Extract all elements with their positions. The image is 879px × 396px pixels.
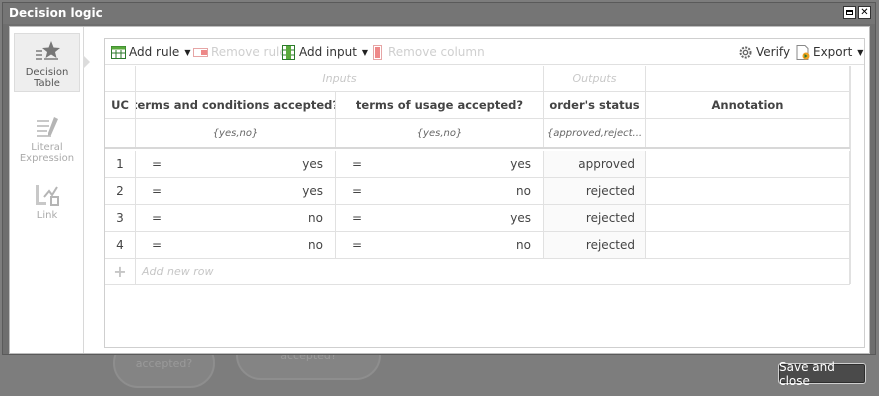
remove-column-button[interactable]: Remove column xyxy=(370,44,485,60)
dialog-titlebar: Decision logic ✕ xyxy=(3,3,875,24)
rule-number: 3 xyxy=(105,205,136,231)
rule-output-value[interactable]: approved xyxy=(544,151,646,177)
logic-type-sidebar: Decision Table Literal Expression Link xyxy=(10,27,84,353)
table-toolbar: Add rule ▼ Remove rule Add input ▼ Remov… xyxy=(105,39,864,65)
rule-number: 4 xyxy=(105,232,136,258)
chevron-down-icon[interactable]: ▼ xyxy=(857,48,863,57)
rule-annotation[interactable] xyxy=(646,151,850,177)
pencil-lines-icon xyxy=(37,117,58,137)
star-table-icon xyxy=(36,41,60,60)
window-controls: ✕ xyxy=(843,6,871,19)
rule-input-value[interactable]: yes xyxy=(376,151,544,177)
table-row: 1 = yes = yes approved xyxy=(105,151,850,178)
close-icon: ✕ xyxy=(860,6,869,18)
add-new-row-label[interactable]: Add new row xyxy=(136,259,850,284)
export-document-icon xyxy=(796,44,810,60)
rule-operator[interactable]: = xyxy=(336,151,376,177)
rule-output-value[interactable]: rejected xyxy=(544,232,646,258)
rule-output-value[interactable]: rejected xyxy=(544,205,646,231)
export-label: Export xyxy=(813,45,853,59)
rule-input-value[interactable]: no xyxy=(176,205,336,231)
remove-rule-button[interactable]: Remove rule xyxy=(193,44,287,60)
add-input-icon xyxy=(282,44,295,60)
rule-operator[interactable]: = xyxy=(136,178,176,204)
rule-operator[interactable]: = xyxy=(336,232,376,258)
export-button[interactable]: Export ▼ xyxy=(795,44,863,60)
annotation-group-header xyxy=(646,66,850,91)
rule-operator[interactable]: = xyxy=(136,205,176,231)
rule-number: 2 xyxy=(105,178,136,204)
domain-corner-cell xyxy=(105,119,136,147)
add-rule-button[interactable]: Add rule ▼ xyxy=(111,44,190,60)
domain-input-1[interactable]: {yes,no} xyxy=(136,119,336,147)
sidebar-item-link[interactable]: Link xyxy=(14,177,80,221)
add-rule-label: Add rule xyxy=(129,45,180,59)
add-input-label: Add input xyxy=(299,45,357,59)
active-item-pointer xyxy=(83,55,90,69)
decision-logic-dialog: Decision logic ✕ Decision Table Literal … xyxy=(2,2,876,355)
maximize-button[interactable] xyxy=(843,6,856,19)
verify-button[interactable]: Verify xyxy=(738,44,790,60)
rule-annotation[interactable] xyxy=(646,178,850,204)
chevron-down-icon[interactable]: ▼ xyxy=(362,48,368,57)
column-header-output[interactable]: order's status xyxy=(544,92,646,118)
outputs-group-header: Outputs xyxy=(544,66,646,91)
rule-input-value[interactable]: yes xyxy=(176,151,336,177)
rule-input-value[interactable]: no xyxy=(176,232,336,258)
domain-input-2[interactable]: {yes,no} xyxy=(336,119,544,147)
verify-label: Verify xyxy=(756,45,791,59)
inputs-group-header: Inputs xyxy=(136,66,544,91)
table-row: 2 = yes = no rejected xyxy=(105,178,850,205)
rule-operator[interactable]: = xyxy=(336,205,376,231)
rule-operator[interactable]: = xyxy=(136,151,176,177)
dialog-title: Decision logic xyxy=(9,6,103,20)
rule-annotation[interactable] xyxy=(646,232,850,258)
link-doc-icon xyxy=(36,185,59,206)
sidebar-item-label: Link xyxy=(36,210,58,221)
sidebar-item-decision-table[interactable]: Decision Table xyxy=(14,33,80,92)
background-node-label: accepted? xyxy=(135,357,193,370)
decision-table-panel: Add rule ▼ Remove rule Add input ▼ Remov… xyxy=(104,38,865,348)
sidebar-item-literal-expression[interactable]: Literal Expression xyxy=(14,109,80,164)
save-and-close-button[interactable]: Save and close xyxy=(778,360,866,388)
rule-number: 1 xyxy=(105,151,136,177)
add-new-row[interactable]: + Add new row xyxy=(105,259,850,285)
remove-column-icon xyxy=(373,44,382,60)
table-column-header-row: UC terms and conditions accepted? terms … xyxy=(105,92,850,119)
uc-header: UC xyxy=(105,92,136,118)
table-row: 4 = no = no rejected xyxy=(105,232,850,259)
column-header-input-1[interactable]: terms and conditions accepted? xyxy=(136,92,336,118)
column-header-input-2[interactable]: terms of usage accepted? xyxy=(336,92,544,118)
rule-operator[interactable]: = xyxy=(336,178,376,204)
remove-rule-icon xyxy=(193,47,208,57)
rule-input-value[interactable]: yes xyxy=(176,178,336,204)
table-group-header-row: Inputs Outputs xyxy=(105,66,850,92)
rule-operator[interactable]: = xyxy=(136,232,176,258)
sidebar-item-label: Literal Expression xyxy=(19,142,75,164)
sidebar-item-label: Decision Table xyxy=(25,67,69,89)
table-corner-cell xyxy=(105,66,136,91)
table-scrollbar[interactable] xyxy=(850,66,864,284)
gear-icon xyxy=(739,46,752,58)
rule-input-value[interactable]: no xyxy=(376,232,544,258)
rule-annotation[interactable] xyxy=(646,205,850,231)
plus-icon[interactable]: + xyxy=(105,259,136,284)
rule-input-value[interactable]: no xyxy=(376,178,544,204)
maximize-icon xyxy=(846,10,853,15)
domain-annotation xyxy=(646,119,850,147)
rule-output-value[interactable]: rejected xyxy=(544,178,646,204)
remove-column-label: Remove column xyxy=(388,45,485,59)
add-rule-icon xyxy=(111,45,126,59)
column-header-annotation[interactable]: Annotation xyxy=(646,92,850,118)
rule-input-value[interactable]: yes xyxy=(376,205,544,231)
close-button[interactable]: ✕ xyxy=(858,6,871,19)
remove-rule-label: Remove rule xyxy=(211,45,287,59)
dialog-content: Decision Table Literal Expression Link A… xyxy=(9,26,870,354)
domain-output[interactable]: {approved,reject... xyxy=(544,119,646,147)
table-row: 3 = no = yes rejected xyxy=(105,205,850,232)
chevron-down-icon[interactable]: ▼ xyxy=(184,48,190,57)
table-domain-row: {yes,no} {yes,no} {approved,reject... xyxy=(105,119,850,149)
add-input-button[interactable]: Add input ▼ xyxy=(281,44,368,60)
